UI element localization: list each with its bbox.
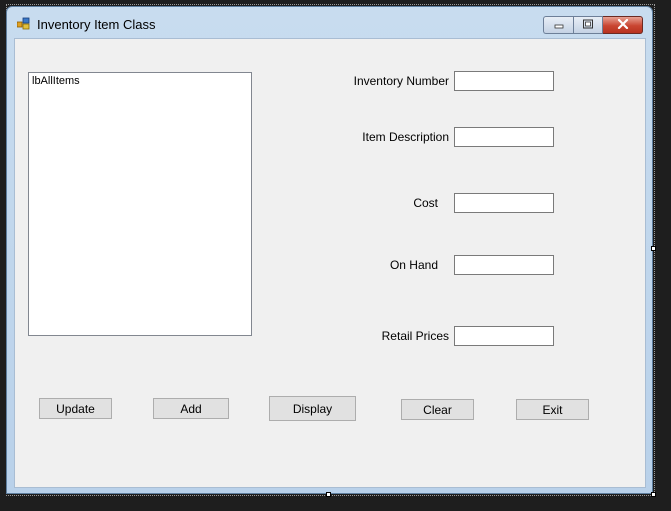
cost-label: Cost [413,196,438,210]
retail-prices-label: Retail Prices [381,329,449,343]
on-hand-field[interactable] [454,255,554,275]
add-button[interactable]: Add [153,398,229,419]
display-button[interactable]: Display [269,396,356,421]
listbox-name-text: lbAllItems [32,75,80,87]
retail-prices-field[interactable] [454,326,554,346]
inventory-number-field[interactable] [454,71,554,91]
close-button[interactable] [603,16,643,34]
exit-button[interactable]: Exit [516,399,589,420]
form-window: Inventory Item Class lbAllItems Inventor… [6,6,653,494]
item-description-field[interactable] [454,127,554,147]
resize-grip-bottom[interactable] [326,492,331,497]
items-listbox[interactable]: lbAllItems [28,72,252,336]
item-description-label: Item Description [362,130,449,144]
form-client-area: lbAllItems Inventory Number Item Descrip… [14,38,646,488]
clear-button[interactable]: Clear [401,399,474,420]
form-icon [16,17,31,30]
inventory-number-label: Inventory Number [353,74,449,88]
update-button[interactable]: Update [39,398,112,419]
minimize-icon [553,16,565,34]
minimize-button[interactable] [543,16,573,34]
cost-field[interactable] [454,193,554,213]
maximize-icon [582,16,594,34]
resize-grip-right[interactable] [651,246,656,251]
resize-grip-corner[interactable] [651,492,656,497]
on-hand-label: On Hand [389,258,438,272]
title-bar[interactable]: Inventory Item Class [7,7,652,37]
close-icon [617,16,629,34]
maximize-button[interactable] [573,16,603,34]
window-title: Inventory Item Class [37,17,156,32]
